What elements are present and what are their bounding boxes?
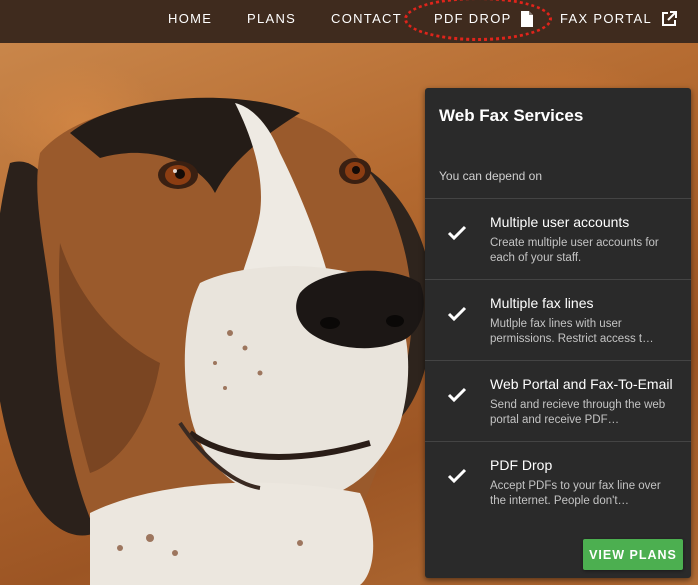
- nav-pdf-drop-link[interactable]: PDF DROP: [434, 0, 534, 37]
- checkmark-icon: [447, 306, 467, 322]
- feature-item: Multiple fax lines Mutlple fax lines wit…: [425, 279, 691, 360]
- feature-item: Multiple user accounts Create multiple u…: [425, 198, 691, 279]
- web-fax-services-card: Web Fax Services You can depend on Multi…: [425, 88, 691, 578]
- feature-description: Create multiple user accounts for each o…: [490, 237, 659, 264]
- nav-fax-portal-label: FAX PORTAL: [560, 11, 652, 26]
- nav-plans-link[interactable]: PLANS: [247, 0, 296, 37]
- feature-title: PDF Drop: [490, 457, 553, 473]
- view-plans-button[interactable]: VIEW PLANS: [583, 539, 683, 570]
- checkmark-icon: [447, 225, 467, 241]
- checkmark-icon: [447, 468, 467, 484]
- nav-fax-portal-link[interactable]: FAX PORTAL: [560, 0, 678, 37]
- feature-description: Accept PDFs to your fax line over the in…: [490, 480, 661, 507]
- feature-title: Multiple fax lines: [490, 295, 594, 311]
- feature-description: Mutlple fax lines with user permissions.…: [490, 318, 654, 345]
- nav-home-label: HOME: [168, 11, 213, 26]
- external-link-icon: [662, 10, 677, 26]
- nav-contact-link[interactable]: CONTACT: [331, 0, 402, 37]
- feature-title: Multiple user accounts: [490, 214, 630, 230]
- card-title: Web Fax Services: [439, 106, 584, 125]
- checkmark-icon: [447, 387, 467, 403]
- document-icon: [520, 10, 533, 27]
- nav-pdf-drop-label: PDF DROP: [434, 11, 512, 26]
- nav-plans-label: PLANS: [247, 11, 297, 26]
- nav-contact-label: CONTACT: [331, 11, 402, 26]
- feature-item: PDF Drop Accept PDFs to your fax line ov…: [425, 441, 691, 522]
- feature-description: Send and recieve through the web portal …: [490, 399, 666, 426]
- nav-home-link[interactable]: HOME: [168, 0, 212, 37]
- feature-title: Web Portal and Fax-To-Email: [490, 376, 673, 392]
- top-navigation-bar: HOME PLANS CONTACT PDF DROP FAX PORTAL: [0, 0, 698, 43]
- card-subtitle: You can depend on: [439, 169, 542, 183]
- feature-item: Web Portal and Fax-To-Email Send and rec…: [425, 360, 691, 441]
